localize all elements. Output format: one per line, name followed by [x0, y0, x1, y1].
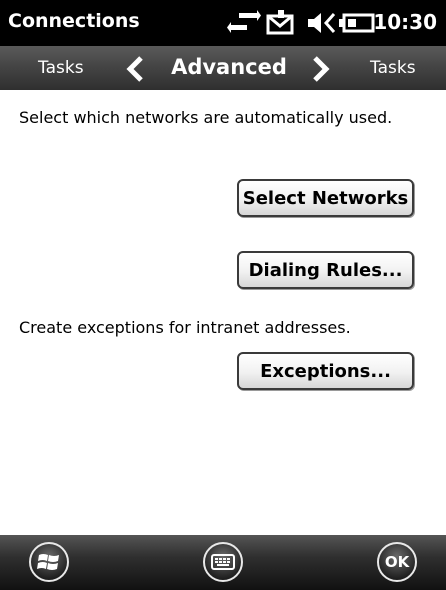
exceptions-description: Create exceptions for intranet addresses… [19, 318, 351, 337]
keyboard-icon[interactable] [203, 542, 243, 582]
app-title: Connections [8, 10, 140, 32]
select-networks-button[interactable]: Select Networks [237, 179, 414, 217]
chevron-right-icon[interactable] [310, 55, 332, 87]
dialing-rules-button[interactable]: Dialing Rules... [237, 251, 414, 289]
clock[interactable]: 10:30 [373, 10, 437, 34]
softkey-bar: OK [0, 535, 446, 590]
message-icon[interactable] [266, 10, 296, 40]
networks-description: Select which networks are automatically … [19, 108, 393, 127]
chevron-left-icon[interactable] [124, 55, 146, 87]
volume-muted-icon[interactable] [306, 10, 336, 40]
exceptions-button[interactable]: Exceptions... [237, 352, 414, 390]
ok-button[interactable]: OK [377, 542, 417, 582]
tab-previous[interactable]: Tasks [38, 58, 84, 78]
battery-icon[interactable] [339, 10, 375, 40]
connectivity-icon[interactable] [227, 10, 261, 40]
tab-strip: Tasks Advanced Tasks [0, 46, 446, 90]
tab-next[interactable]: Tasks [370, 58, 416, 78]
tab-current: Advanced [171, 55, 287, 79]
windows-start-icon[interactable] [29, 542, 69, 582]
ok-label: OK [384, 553, 410, 571]
status-bar: Connections 10:30 [0, 0, 446, 46]
